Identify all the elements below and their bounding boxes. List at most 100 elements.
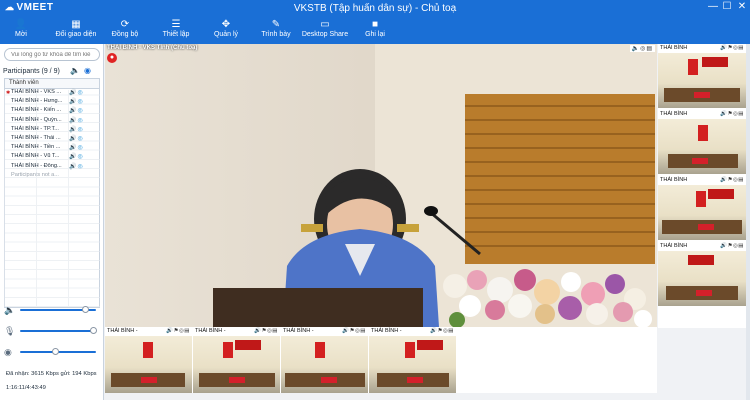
- camera-track[interactable]: [20, 348, 96, 355]
- thumbnail-controls[interactable]: 🔊⚑◎▤: [720, 45, 744, 51]
- manage-button[interactable]: ✥ Quản lý: [207, 19, 245, 38]
- sync-button[interactable]: ⟳ Đồng bộ: [106, 19, 144, 38]
- record-button[interactable]: ■ Ghi lại: [360, 19, 390, 38]
- present-button[interactable]: ✎ Trình bày: [256, 19, 296, 38]
- main-video-controls[interactable]: 🔈◎▤: [629, 45, 655, 52]
- thumbnail-header: THÁI BÌNH - 🔊⚑◎▤: [105, 327, 192, 336]
- record-icon: ■: [371, 19, 379, 30]
- mic-knob[interactable]: [90, 327, 97, 334]
- meeting-room-video: [105, 336, 192, 393]
- vertical-scrollbar[interactable]: [746, 44, 750, 400]
- video-thumbnail[interactable]: THÁI BÌNH - 🔊⚑◎▤: [193, 327, 280, 393]
- thumbnail-controls[interactable]: 🔊⚑◎▤: [720, 243, 744, 249]
- media-status-icons[interactable]: 🔊◎: [69, 89, 84, 96]
- list-item[interactable]: THÁI BÌNH - Tiền ... 🔊◎: [5, 144, 99, 153]
- video-thumbnail[interactable]: THÁI BÌNH 🔊⚑◎▤: [658, 176, 746, 242]
- settings-button[interactable]: ☰ Thiết lập: [156, 19, 196, 38]
- media-status-icons[interactable]: 🔊◎: [69, 98, 84, 105]
- sync-label: Đồng bộ: [111, 31, 139, 38]
- media-status-icons[interactable]: 🔊◎: [69, 126, 84, 133]
- invite-button[interactable]: 👤 Mời: [3, 19, 39, 38]
- not-attending-label: Participants not a...: [11, 171, 59, 178]
- host-marker-icon: ✱: [6, 90, 11, 96]
- settings-sliders-icon: ☰: [171, 19, 181, 30]
- video-thumbnail[interactable]: THÁI BÌNH - 🔊⚑◎▤: [105, 327, 192, 393]
- camera-all-icon[interactable]: ◉: [84, 66, 91, 75]
- speaker-track[interactable]: [20, 306, 96, 313]
- close-button[interactable]: ✕: [735, 1, 749, 12]
- mic-volume-slider[interactable]: 🎙: [4, 326, 100, 336]
- camera-slider[interactable]: ◉: [4, 347, 100, 357]
- participants-title: Participants (9 / 9): [3, 68, 60, 75]
- list-item[interactable]: THÁI BÌNH - Đông... 🔊◎: [5, 163, 99, 172]
- microphone-icon: 🎙: [4, 326, 16, 336]
- thumbnail-header: THÁI BÌNH - 🔊⚑◎▤: [369, 327, 456, 336]
- sync-icon: ⟳: [120, 19, 130, 30]
- list-item[interactable]: THÁI BÌNH - Hưng... 🔊◎: [5, 98, 99, 107]
- change-layout-button[interactable]: ▦ Đổi giao diện: [50, 19, 102, 38]
- maximize-button[interactable]: ☐: [720, 1, 734, 12]
- video-thumbnail[interactable]: THÁI BÌNH 🔊⚑◎▤: [658, 242, 746, 308]
- desktop-share-icon: ▭: [320, 19, 330, 30]
- media-status-icons[interactable]: 🔊◎: [69, 153, 84, 160]
- record-label: Ghi lại: [365, 31, 385, 38]
- thumbnail-controls[interactable]: 🔊⚑◎▤: [720, 111, 744, 117]
- video-thumbnail[interactable]: THÁI BÌNH 🔊⚑◎▤: [658, 110, 746, 176]
- thumbnail-header: THÁI BÌNH 🔊⚑◎▤: [658, 176, 746, 185]
- main-video-label: THÁI BÌNH - VKS Tỉnh (Chủ toạ): [107, 45, 198, 51]
- invite-label: Mời: [15, 31, 27, 38]
- participant-list: Thành viên ✱ THÁI BÌNH - VKS ... 🔊◎ THÁI B…: [4, 78, 100, 308]
- thumbnail-label: THÁI BÌNH -: [283, 328, 314, 334]
- mute-all-icon[interactable]: 🔈: [70, 66, 80, 75]
- participant-name: THÁI BÌNH - TP.T...: [11, 125, 59, 132]
- participant-name: THÁI BÌNH - Hưng...: [11, 98, 63, 105]
- list-item[interactable]: THÁI BÌNH - TP.T... 🔊◎: [5, 126, 99, 135]
- thumbnail-controls[interactable]: 🔊⚑◎▤: [254, 328, 278, 334]
- meeting-room-video: [369, 336, 456, 393]
- speaker-knob[interactable]: [82, 306, 89, 313]
- media-status-icons[interactable]: 🔊◎: [69, 144, 84, 151]
- meeting-room-video: [658, 185, 746, 240]
- list-item[interactable]: THÁI BÌNH - Kiến ... 🔊◎: [5, 107, 99, 116]
- participant-name: THÁI BÌNH - Kiến ...: [11, 107, 62, 114]
- minimize-button[interactable]: —: [706, 1, 720, 12]
- video-thumbnail[interactable]: THÁI BÌNH - 🔊⚑◎▤: [281, 327, 368, 393]
- thumbnail-controls[interactable]: 🔊⚑◎▤: [166, 328, 190, 334]
- right-thumbnail-strip: THÁI BÌNH 🔊⚑◎▤ THÁI BÌNH 🔊⚑◎▤ THÁI BÌNH 🔊⚑◎…: [658, 44, 746, 328]
- media-status-icons[interactable]: 🔊◎: [69, 135, 84, 142]
- thumbnail-label: THÁI BÌNH -: [195, 328, 226, 334]
- speaker-volume-slider[interactable]: 🔈: [4, 305, 100, 315]
- video-thumbnail[interactable]: THÁI BÌNH 🔊⚑◎▤: [658, 44, 746, 110]
- thumbnail-label: THÁI BÌNH: [660, 45, 688, 51]
- thumbnail-label: THÁI BÌNH -: [107, 328, 138, 334]
- meeting-room-video: [281, 336, 368, 393]
- list-item[interactable]: THÁI BÌNH - Vũ T... 🔊◎: [5, 153, 99, 162]
- media-status-icons[interactable]: 🔊◎: [69, 117, 84, 124]
- camera-knob[interactable]: [52, 348, 59, 355]
- mic-track[interactable]: [20, 327, 97, 334]
- main-video[interactable]: THÁI BÌNH - VKS Tỉnh (Chủ toạ) ● 🔈◎▤: [105, 44, 657, 327]
- media-status-icons[interactable]: 🔊◎: [69, 107, 84, 114]
- thumbnail-controls[interactable]: 🔊⚑◎▤: [720, 177, 744, 183]
- media-status-icons[interactable]: 🔊◎: [69, 163, 84, 170]
- video-thumbnail[interactable]: THÁI BÌNH - 🔊⚑◎▤: [369, 327, 456, 393]
- meeting-room-video: [658, 53, 746, 108]
- main-toolbar: 👤 Mời ▦ Đổi giao diện ⟳ Đồng bộ ☰ Thiết lập …: [0, 17, 750, 44]
- list-item[interactable]: ✱ THÁI BÌNH - VKS ... 🔊◎: [5, 89, 99, 98]
- desktop-share-button[interactable]: ▭ Desktop Share: [300, 19, 350, 38]
- manage-label: Quản lý: [213, 31, 239, 38]
- present-icon: ✎: [271, 19, 281, 30]
- thumbnail-label: THÁI BÌNH -: [371, 328, 402, 334]
- speaker-video-frame: [105, 44, 657, 327]
- search-input[interactable]: [4, 48, 100, 61]
- list-item[interactable]: THÁI BÌNH - Quỳn... 🔊◎: [5, 117, 99, 126]
- thumbnail-controls[interactable]: 🔊⚑◎▤: [430, 328, 454, 334]
- webcam-icon: ◉: [4, 347, 12, 357]
- participants-actions: 🔈 ◉: [70, 66, 95, 75]
- thumbnail-label: THÁI BÌNH: [660, 111, 688, 117]
- meeting-room-video: [193, 336, 280, 393]
- recording-indicator-icon: ●: [107, 53, 117, 63]
- thumbnail-controls[interactable]: 🔊⚑◎▤: [342, 328, 366, 334]
- list-item[interactable]: THÁI BÌNH - Thái ... 🔊◎: [5, 135, 99, 144]
- thumbnail-label: THÁI BÌNH: [660, 177, 688, 183]
